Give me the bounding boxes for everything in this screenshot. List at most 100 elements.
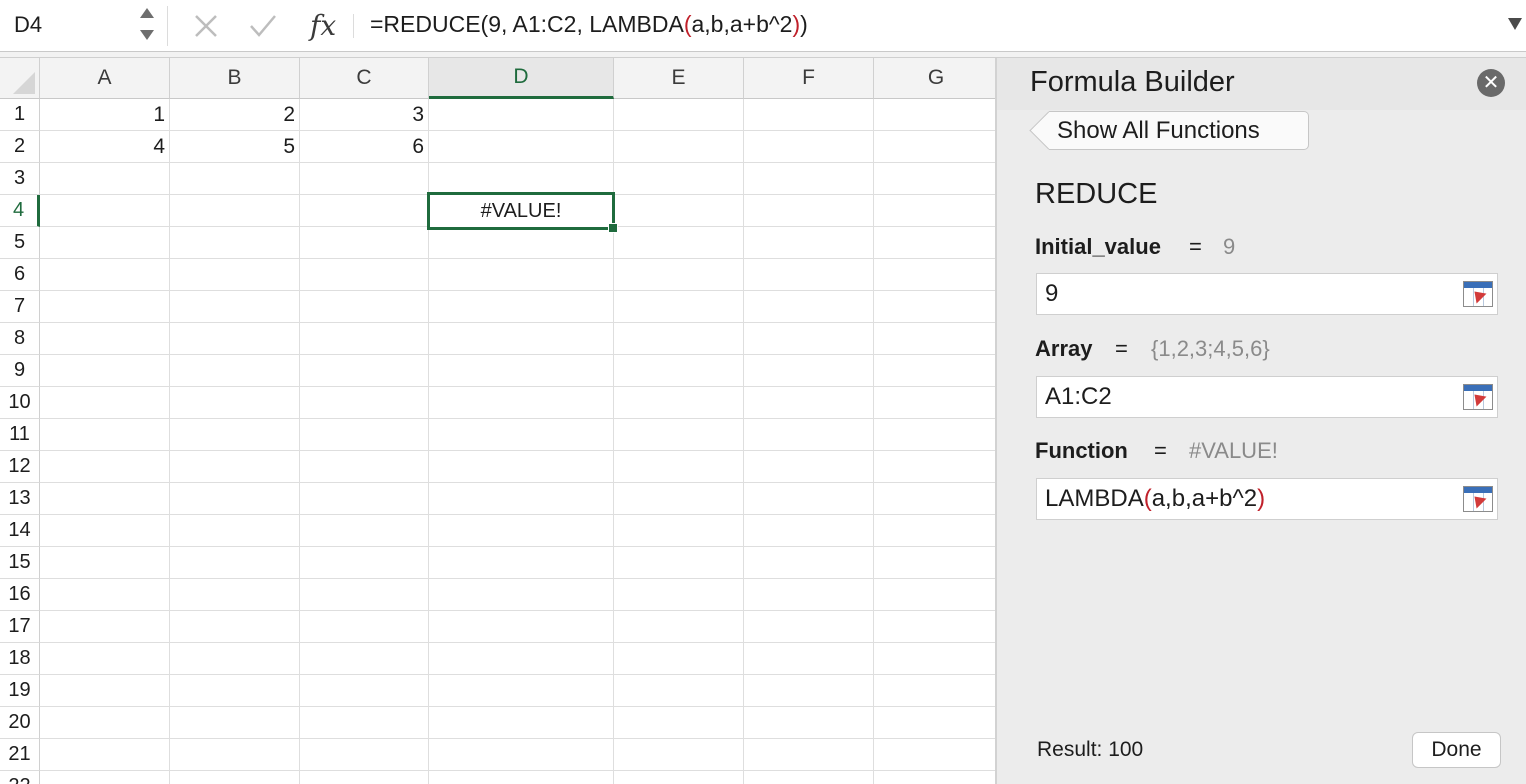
cell-b21[interactable] bbox=[170, 739, 300, 771]
cell-d17[interactable] bbox=[429, 611, 614, 643]
cell-g10[interactable] bbox=[874, 387, 995, 419]
cell-d22[interactable] bbox=[429, 771, 614, 784]
cell-e5[interactable] bbox=[614, 227, 744, 259]
cell-b22[interactable] bbox=[170, 771, 300, 784]
cell-a11[interactable] bbox=[40, 419, 170, 451]
cell-g16[interactable] bbox=[874, 579, 995, 611]
cell-a15[interactable] bbox=[40, 547, 170, 579]
formula-input[interactable]: =REDUCE(9, A1:C2, LAMBDA(a,b,a+b^2)) bbox=[370, 11, 808, 38]
cell-a21[interactable] bbox=[40, 739, 170, 771]
cell-e10[interactable] bbox=[614, 387, 744, 419]
cell-c6[interactable] bbox=[300, 259, 429, 291]
cell-e11[interactable] bbox=[614, 419, 744, 451]
cell-g12[interactable] bbox=[874, 451, 995, 483]
cell-e9[interactable] bbox=[614, 355, 744, 387]
initial-value-input[interactable]: 9 bbox=[1036, 273, 1498, 315]
row-header-18[interactable]: 18 bbox=[0, 643, 40, 675]
row-header-11[interactable]: 11 bbox=[0, 419, 40, 451]
row-header-9[interactable]: 9 bbox=[0, 355, 40, 387]
cell-b4[interactable] bbox=[170, 195, 300, 227]
cell-g14[interactable] bbox=[874, 515, 995, 547]
cell-d6[interactable] bbox=[429, 259, 614, 291]
cell-e1[interactable] bbox=[614, 99, 744, 131]
cell-g19[interactable] bbox=[874, 675, 995, 707]
cell-e21[interactable] bbox=[614, 739, 744, 771]
cell-d2[interactable] bbox=[429, 131, 614, 163]
row-header-5[interactable]: 5 bbox=[0, 227, 40, 259]
cell-e6[interactable] bbox=[614, 259, 744, 291]
cell-c7[interactable] bbox=[300, 291, 429, 323]
cell-f22[interactable] bbox=[744, 771, 874, 784]
cell-f12[interactable] bbox=[744, 451, 874, 483]
cell-e12[interactable] bbox=[614, 451, 744, 483]
expand-formula-bar-icon[interactable] bbox=[1508, 18, 1522, 30]
cell-b12[interactable] bbox=[170, 451, 300, 483]
cell-b7[interactable] bbox=[170, 291, 300, 323]
cell-e14[interactable] bbox=[614, 515, 744, 547]
cell-f7[interactable] bbox=[744, 291, 874, 323]
function-input[interactable]: LAMBDA(a,b,a+b^2) bbox=[1036, 478, 1498, 520]
cell-e16[interactable] bbox=[614, 579, 744, 611]
row-header-3[interactable]: 3 bbox=[0, 163, 40, 195]
cell-b8[interactable] bbox=[170, 323, 300, 355]
cell-a1[interactable]: 1 bbox=[40, 99, 170, 131]
cell-f8[interactable] bbox=[744, 323, 874, 355]
cell-e18[interactable] bbox=[614, 643, 744, 675]
cell-e4[interactable] bbox=[614, 195, 744, 227]
cell-g2[interactable] bbox=[874, 131, 995, 163]
cell-e17[interactable] bbox=[614, 611, 744, 643]
row-header-13[interactable]: 13 bbox=[0, 483, 40, 515]
cell-f16[interactable] bbox=[744, 579, 874, 611]
cell-f10[interactable] bbox=[744, 387, 874, 419]
cell-b2[interactable]: 5 bbox=[170, 131, 300, 163]
cell-c8[interactable] bbox=[300, 323, 429, 355]
cell-a2[interactable]: 4 bbox=[40, 131, 170, 163]
cell-f1[interactable] bbox=[744, 99, 874, 131]
cell-f20[interactable] bbox=[744, 707, 874, 739]
cell-b16[interactable] bbox=[170, 579, 300, 611]
cell-f17[interactable] bbox=[744, 611, 874, 643]
cell-b5[interactable] bbox=[170, 227, 300, 259]
column-header-f[interactable]: F bbox=[744, 58, 874, 99]
cell-d13[interactable] bbox=[429, 483, 614, 515]
column-header-c[interactable]: C bbox=[300, 58, 429, 99]
cell-d21[interactable] bbox=[429, 739, 614, 771]
cell-g5[interactable] bbox=[874, 227, 995, 259]
cell-a4[interactable] bbox=[40, 195, 170, 227]
cell-d11[interactable] bbox=[429, 419, 614, 451]
cell-c18[interactable] bbox=[300, 643, 429, 675]
cell-d5[interactable] bbox=[429, 227, 614, 259]
cell-b6[interactable] bbox=[170, 259, 300, 291]
cell-g17[interactable] bbox=[874, 611, 995, 643]
cell-c21[interactable] bbox=[300, 739, 429, 771]
cell-e2[interactable] bbox=[614, 131, 744, 163]
cell-g22[interactable] bbox=[874, 771, 995, 784]
cell-d14[interactable] bbox=[429, 515, 614, 547]
row-header-7[interactable]: 7 bbox=[0, 291, 40, 323]
cell-c19[interactable] bbox=[300, 675, 429, 707]
cell-f11[interactable] bbox=[744, 419, 874, 451]
cell-g8[interactable] bbox=[874, 323, 995, 355]
cell-d8[interactable] bbox=[429, 323, 614, 355]
cell-a16[interactable] bbox=[40, 579, 170, 611]
cell-b9[interactable] bbox=[170, 355, 300, 387]
cell-g9[interactable] bbox=[874, 355, 995, 387]
cell-e3[interactable] bbox=[614, 163, 744, 195]
cell-a8[interactable] bbox=[40, 323, 170, 355]
range-select-icon[interactable] bbox=[1463, 384, 1493, 410]
cell-e19[interactable] bbox=[614, 675, 744, 707]
cell-c22[interactable] bbox=[300, 771, 429, 784]
row-header-2[interactable]: 2 bbox=[0, 131, 40, 163]
cell-a5[interactable] bbox=[40, 227, 170, 259]
array-input[interactable]: A1:C2 bbox=[1036, 376, 1498, 418]
cell-c4[interactable] bbox=[300, 195, 429, 227]
cell-g6[interactable] bbox=[874, 259, 995, 291]
cell-b14[interactable] bbox=[170, 515, 300, 547]
cell-a6[interactable] bbox=[40, 259, 170, 291]
column-header-g[interactable]: G bbox=[874, 58, 995, 99]
cell-f3[interactable] bbox=[744, 163, 874, 195]
cell-f13[interactable] bbox=[744, 483, 874, 515]
cell-b3[interactable] bbox=[170, 163, 300, 195]
cell-e13[interactable] bbox=[614, 483, 744, 515]
cell-f14[interactable] bbox=[744, 515, 874, 547]
